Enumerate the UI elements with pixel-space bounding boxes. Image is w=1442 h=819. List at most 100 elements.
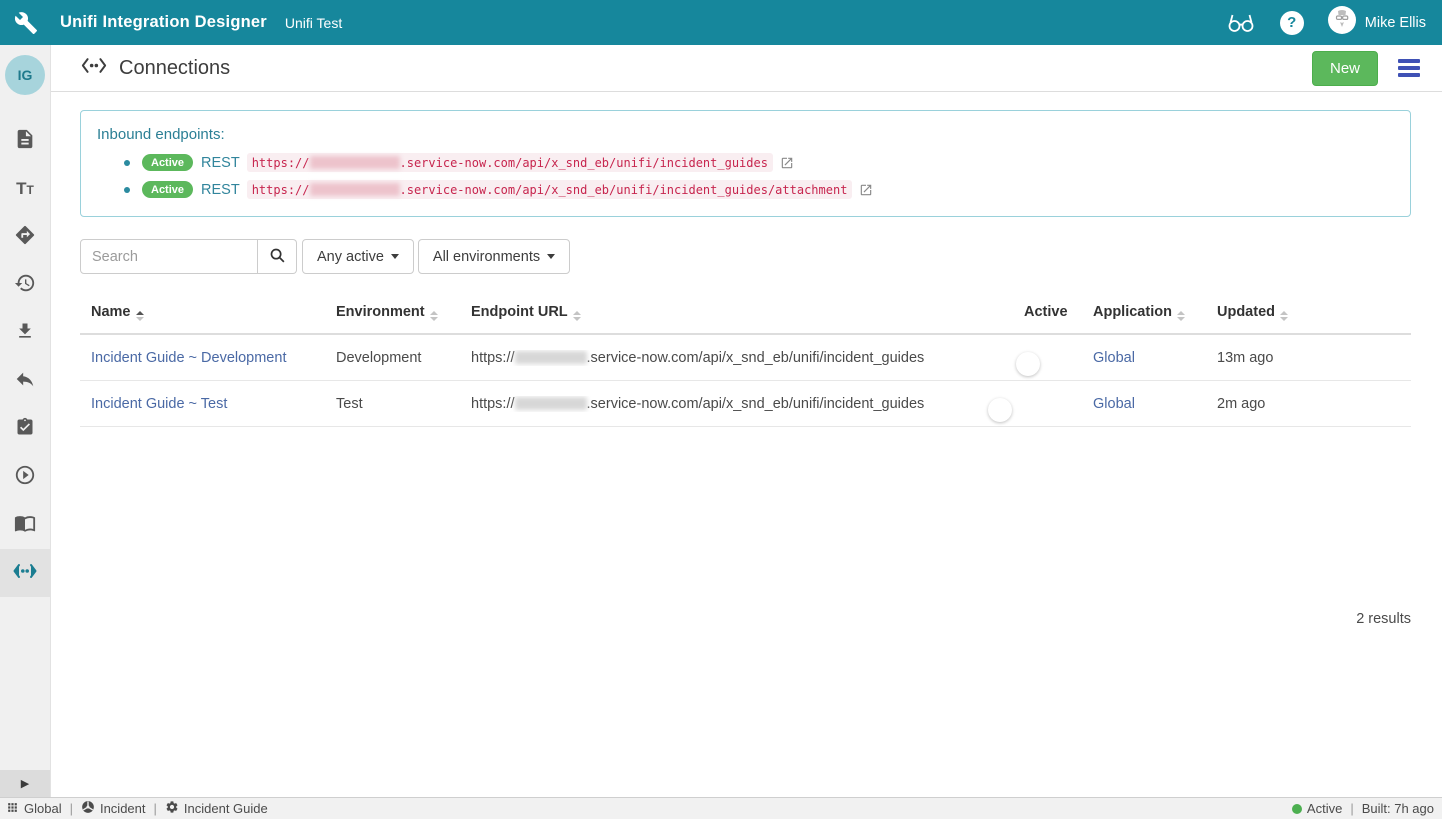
history-icon — [14, 272, 36, 299]
inbound-endpoints-panel: Inbound endpoints: Active REST https://.… — [80, 110, 1411, 217]
endpoint-url-cell: https://.service-now.com/api/x_snd_eb/un… — [471, 350, 1014, 366]
user-name: Mike Ellis — [1365, 15, 1426, 31]
reply-icon — [14, 368, 36, 395]
separator: | — [154, 801, 157, 816]
main-area: Connections New Inbound endpoints: Activ… — [51, 45, 1442, 797]
new-connection-button[interactable]: New — [1312, 51, 1378, 86]
app-window: Unifi Integration Designer Unifi Test ? — [0, 0, 1442, 819]
page-content: Inbound endpoints: Active REST https://.… — [51, 92, 1442, 797]
connections-icon — [13, 563, 37, 584]
column-header-name[interactable]: Name — [80, 304, 336, 321]
menu-icon[interactable] — [1398, 59, 1420, 77]
endpoint-item: Active REST https://.service-now.com/api… — [124, 153, 1394, 172]
directions-icon — [14, 224, 36, 251]
filter-toolbar: Any active All environments — [80, 239, 1411, 274]
gear-icon — [165, 800, 179, 817]
build-status: Active — [1307, 801, 1342, 816]
results-count: 2 results — [1356, 611, 1411, 627]
search-input[interactable] — [80, 239, 258, 274]
sidebar-item-directions[interactable] — [0, 213, 50, 261]
app-subtitle-link[interactable]: Unifi Test — [285, 15, 342, 31]
integration-indicator[interactable]: Incident Guide — [165, 800, 268, 817]
connection-link[interactable]: Incident Guide ~ Development — [91, 350, 286, 366]
book-icon — [14, 512, 36, 539]
bullet-icon — [124, 187, 130, 193]
document-icon — [14, 128, 36, 155]
sidebar: IG TT — [0, 45, 51, 797]
status-badge: Active — [142, 181, 193, 198]
search-icon — [269, 247, 286, 267]
status-badge: Active — [142, 154, 193, 171]
bullet-icon — [124, 160, 130, 166]
wrench-icon[interactable] — [0, 11, 51, 35]
inbound-endpoints-heading: Inbound endpoints: — [97, 126, 1394, 143]
application-link[interactable]: Global — [1093, 350, 1135, 366]
external-link-icon[interactable] — [780, 156, 794, 170]
application-indicator[interactable]: Incident — [81, 800, 146, 817]
app-title: Unifi Integration Designer — [60, 13, 267, 32]
connections-table: Name Environment Endpoint URL Active App… — [80, 291, 1411, 427]
table-header-row: Name Environment Endpoint URL Active App… — [80, 291, 1411, 335]
chevron-down-icon — [547, 254, 555, 259]
separator: | — [1350, 801, 1353, 816]
active-filter-dropdown[interactable]: Any active — [302, 239, 414, 274]
protocol-label: REST — [201, 155, 240, 171]
redacted-instance — [515, 351, 587, 364]
top-navigation-bar: Unifi Integration Designer Unifi Test ? — [0, 0, 1442, 45]
column-header-application[interactable]: Application — [1093, 304, 1217, 321]
column-header-updated[interactable]: Updated — [1217, 304, 1411, 321]
sidebar-item-history[interactable] — [0, 261, 50, 309]
connections-page-icon — [81, 57, 107, 79]
redacted-instance — [310, 156, 400, 169]
endpoint-item: Active REST https://.service-now.com/api… — [124, 180, 1394, 199]
sidebar-item-tasks[interactable] — [0, 405, 50, 453]
updated-cell: 2m ago — [1217, 396, 1411, 412]
column-header-environment[interactable]: Environment — [336, 304, 471, 321]
sort-icon — [430, 311, 438, 321]
separator: | — [70, 801, 73, 816]
column-header-endpoint-url[interactable]: Endpoint URL — [471, 304, 1014, 321]
download-icon — [15, 321, 35, 346]
scope-indicator[interactable]: Global — [6, 801, 62, 817]
built-time: Built: 7h ago — [1362, 801, 1434, 816]
protocol-label: REST — [201, 182, 240, 198]
sidebar-item-reply[interactable] — [0, 357, 50, 405]
user-menu[interactable]: Mike Ellis — [1328, 6, 1426, 39]
page-header: Connections New — [51, 45, 1442, 92]
text-fields-icon: TT — [16, 179, 34, 199]
page-title: Connections — [119, 57, 230, 80]
table-row: Incident Guide ~ Test Test https://.serv… — [80, 381, 1411, 427]
external-link-icon[interactable] — [859, 183, 873, 197]
expand-arrow-icon: ▶ — [21, 777, 29, 790]
sidebar-expand-button[interactable]: ▶ — [0, 770, 50, 797]
sidebar-item-connections[interactable] — [0, 549, 50, 597]
endpoint-url-cell: https://.service-now.com/api/x_snd_eb/un… — [471, 396, 1014, 412]
environment-cell: Test — [336, 396, 471, 412]
sort-icon — [573, 311, 581, 321]
sidebar-item-run[interactable] — [0, 453, 50, 501]
integration-avatar[interactable]: IG — [5, 55, 45, 95]
connection-link[interactable]: Incident Guide ~ Test — [91, 396, 227, 412]
help-icon[interactable]: ? — [1280, 11, 1304, 35]
sidebar-item-document[interactable] — [0, 117, 50, 165]
sidebar-item-fields[interactable]: TT — [0, 165, 50, 213]
sort-icon — [1177, 311, 1185, 321]
sidebar-item-download[interactable] — [0, 309, 50, 357]
environment-cell: Development — [336, 350, 471, 366]
status-dot-icon — [1292, 804, 1302, 814]
sort-icon — [136, 311, 144, 321]
glasses-icon[interactable] — [1226, 12, 1256, 34]
sidebar-item-documentation[interactable] — [0, 501, 50, 549]
search-button[interactable] — [258, 239, 297, 274]
updated-cell: 13m ago — [1217, 350, 1411, 366]
incident-wheel-icon — [81, 800, 95, 817]
application-link[interactable]: Global — [1093, 396, 1135, 412]
endpoint-url-code: https://.service-now.com/api/x_snd_eb/un… — [247, 153, 773, 172]
redacted-instance — [515, 397, 587, 410]
sort-icon — [1280, 311, 1288, 321]
chevron-down-icon — [391, 254, 399, 259]
redacted-instance — [310, 183, 400, 196]
environment-filter-dropdown[interactable]: All environments — [418, 239, 570, 274]
avatar — [1328, 6, 1356, 39]
column-header-active: Active — [1014, 304, 1093, 320]
